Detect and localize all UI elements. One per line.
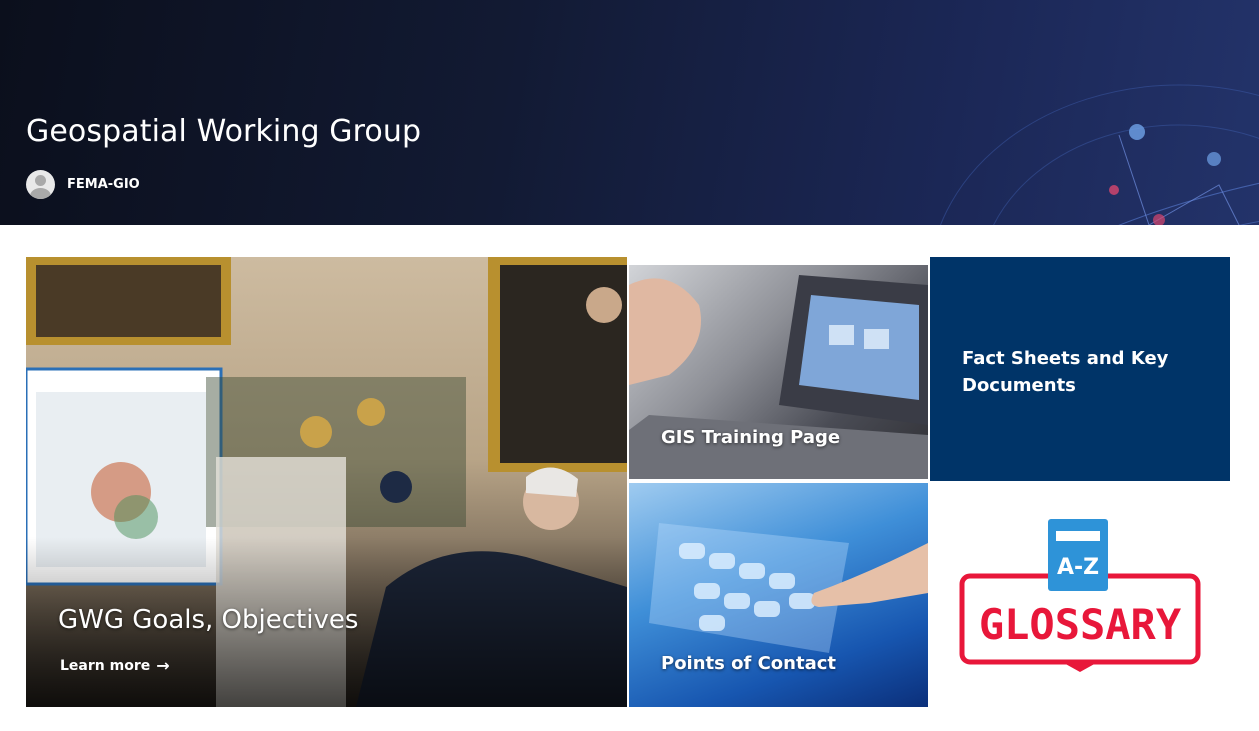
avatar-icon [26,170,55,199]
tile-title-gwg-goals: GWG Goals, Objectives [58,605,359,635]
tile-points-of-contact[interactable]: Points of Contact [629,483,928,707]
learn-more-label: Learn more [60,657,151,674]
tile-label-fact-sheets: Fact Sheets and Key Documents [962,348,1169,396]
glossary-book-icon: A-Z GLOSSARY [959,519,1201,672]
author-row[interactable]: FEMA-GIO [26,170,140,199]
glossary-word: GLOSSARY [979,600,1182,649]
tile-gis-training[interactable]: GIS Training Page [629,265,928,479]
arrow-right-icon: → [156,656,170,675]
tile-gwg-goals[interactable]: GWG Goals, Objectives Learn more → [26,257,627,707]
tile-glossary[interactable]: A-Z GLOSSARY [930,483,1230,707]
tile-fact-sheets[interactable]: Fact Sheets and Key Documents [930,257,1230,481]
globe-network-graphic [940,84,1259,225]
tile-label-gis-training: GIS Training Page [661,427,841,448]
author-name[interactable]: FEMA-GIO [67,177,140,192]
learn-more-link[interactable]: Learn more → [60,656,170,675]
glossary-badge: A-Z [1057,555,1099,580]
site-header: Geospatial Working Group FEMA-GIO [0,0,1259,225]
tile-label-points-of-contact: Points of Contact [661,653,837,674]
site-title: Geospatial Working Group [26,114,422,149]
